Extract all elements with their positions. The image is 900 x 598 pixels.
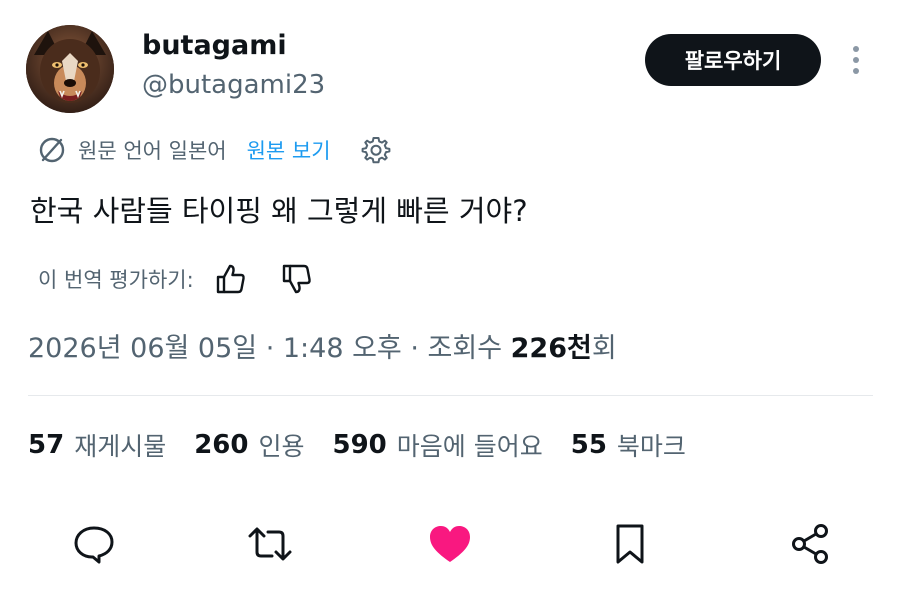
reply-button[interactable] xyxy=(70,520,118,568)
likes-stat[interactable]: 590 마음에 들어요 xyxy=(333,427,543,463)
thumbs-up-icon[interactable] xyxy=(214,262,248,296)
views-suffix: 회 xyxy=(591,333,617,364)
bookmarks-stat[interactable]: 55 북마크 xyxy=(571,427,686,463)
repost-button[interactable] xyxy=(246,520,294,568)
follow-button[interactable]: 팔로우하기 xyxy=(645,34,821,86)
rate-translation: 이 번역 평가하기: xyxy=(38,261,314,297)
original-language-label: 원문 언어 일본어 xyxy=(78,139,227,163)
share-button[interactable] xyxy=(786,520,834,568)
thumbs-down-icon[interactable] xyxy=(280,262,314,296)
likes-count: 590 xyxy=(332,430,387,460)
quotes-stat[interactable]: 260 인용 xyxy=(194,427,304,463)
reposts-stat[interactable]: 57 재게시물 xyxy=(28,427,166,463)
like-icon xyxy=(430,526,470,562)
display-name[interactable]: butagami xyxy=(142,28,287,64)
engagement-stats: 57 재게시물 260 인용 590 마음에 들어요 55 북마크 xyxy=(28,425,714,465)
quotes-label: 인용 xyxy=(258,432,305,461)
dog-avatar-image xyxy=(26,25,114,113)
share-icon xyxy=(792,524,828,564)
likes-label: 마음에 들어요 xyxy=(396,432,543,461)
reposts-label: 재게시물 xyxy=(74,432,167,461)
repost-icon xyxy=(248,527,292,561)
meta-separator: · xyxy=(257,333,283,364)
tweet-meta: 2026년 06월 05일 · 1:48 오후 · 조회수 226천회 xyxy=(28,329,617,369)
divider xyxy=(28,395,873,396)
quotes-count: 260 xyxy=(194,430,249,460)
tweet-time[interactable]: 1:48 오후 xyxy=(283,333,402,364)
dot xyxy=(853,46,859,52)
bookmarks-label: 북마크 xyxy=(616,432,686,461)
bookmarks-count: 55 xyxy=(570,430,607,460)
meta-separator: · xyxy=(401,333,428,364)
bookmark-button[interactable] xyxy=(606,520,654,568)
reply-icon xyxy=(74,526,114,564)
translation-info: 원문 언어 일본어 원본 보기 xyxy=(36,134,391,166)
like-button[interactable] xyxy=(426,520,474,568)
bookmark-icon xyxy=(616,524,644,564)
reposts-count: 57 xyxy=(28,430,65,460)
translate-icon xyxy=(39,137,65,163)
more-options-icon[interactable] xyxy=(843,40,869,80)
tweet-text: 한국 사람들 타이핑 왜 그렇게 빠른 거야? xyxy=(30,194,528,228)
avatar[interactable] xyxy=(26,25,114,113)
tweet-date[interactable]: 2026년 06월 05일 xyxy=(28,333,257,364)
views-count: 226천 xyxy=(510,333,592,364)
gear-icon[interactable] xyxy=(361,135,391,165)
dot xyxy=(853,68,859,74)
dot xyxy=(853,57,859,63)
views-prefix: 조회수 xyxy=(427,333,511,364)
show-original-link[interactable]: 원본 보기 xyxy=(247,135,331,165)
rate-translation-label: 이 번역 평가하기: xyxy=(38,268,194,292)
user-handle[interactable]: @butagami23 xyxy=(142,68,325,102)
